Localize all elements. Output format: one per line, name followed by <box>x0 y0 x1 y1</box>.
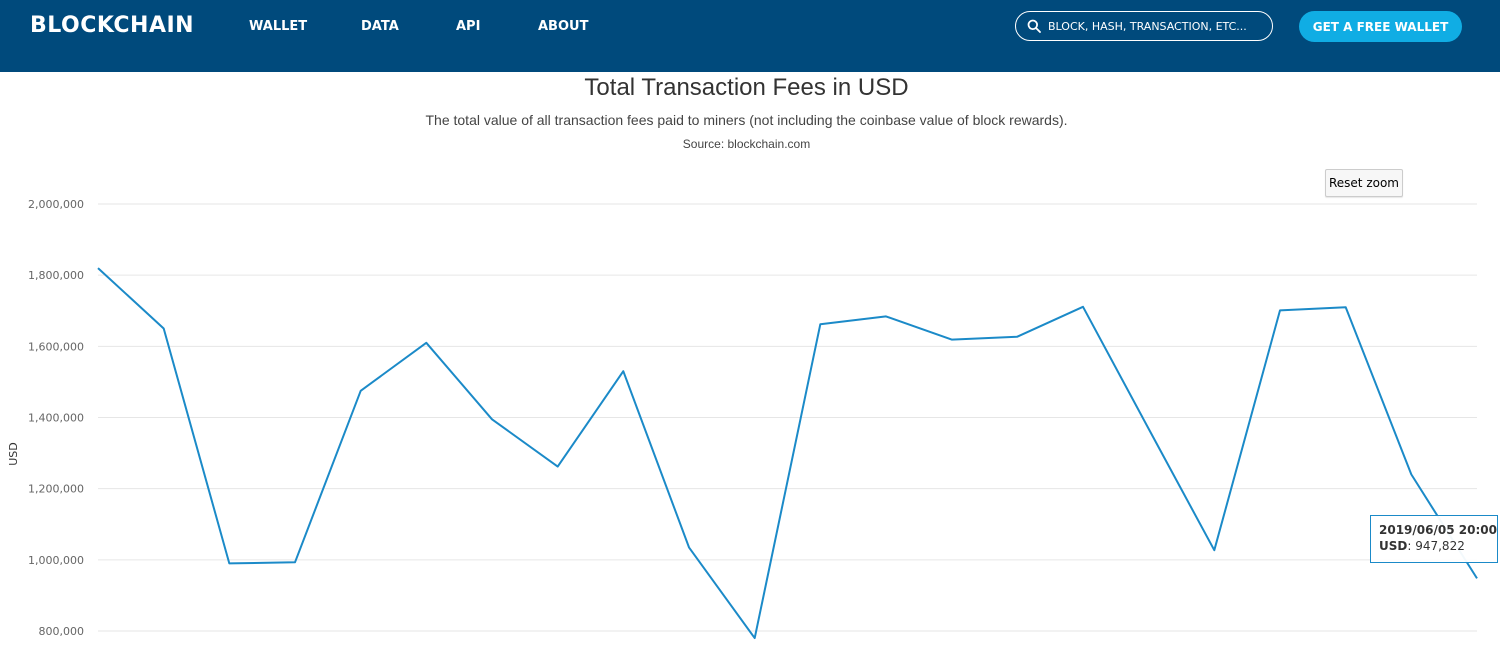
data-point[interactable] <box>94 264 102 272</box>
tooltip-series-label: USD <box>1379 539 1408 553</box>
data-point[interactable] <box>948 336 956 344</box>
data-point[interactable] <box>751 634 759 642</box>
chart-y-axis: 800,000 1,000,000 1,200,000 1,400,000 1,600,… <box>28 198 84 638</box>
tooltip-date: 2019/06/05 20:00 <box>1379 523 1497 537</box>
data-point[interactable] <box>422 339 430 347</box>
data-point[interactable] <box>488 415 496 423</box>
data-point[interactable] <box>1342 303 1350 311</box>
data-point[interactable] <box>1079 303 1087 311</box>
data-point[interactable] <box>1145 425 1153 433</box>
data-point[interactable] <box>816 320 824 328</box>
data-point[interactable] <box>1407 470 1415 478</box>
data-point[interactable] <box>554 463 562 471</box>
data-point[interactable] <box>882 312 890 320</box>
chart-series <box>94 264 1481 642</box>
data-point[interactable] <box>291 558 299 566</box>
y-tick-label: 1,600,000 <box>28 340 84 353</box>
tooltip-value-row: USD: 947,822 <box>1379 538 1497 554</box>
y-tick-label: 1,200,000 <box>28 483 84 496</box>
y-tick-label: 1,400,000 <box>28 412 84 425</box>
y-tick-label: 1,800,000 <box>28 269 84 282</box>
y-tick-label: 2,000,000 <box>28 198 84 211</box>
y-axis-label: USD <box>7 442 20 466</box>
data-point[interactable] <box>619 367 627 375</box>
series-line-usd[interactable] <box>97 267 1478 640</box>
chart-tooltip: 2019/06/05 20:00 USD: 947,822 <box>1370 515 1498 563</box>
data-point[interactable] <box>685 543 693 551</box>
y-tick-label: 1,000,000 <box>28 554 84 567</box>
reset-zoom-button[interactable]: Reset zoom <box>1325 169 1403 197</box>
data-point[interactable] <box>225 559 233 567</box>
data-point[interactable] <box>1473 574 1481 582</box>
data-point[interactable] <box>1210 546 1218 554</box>
y-tick-label: 800,000 <box>39 625 85 638</box>
data-point[interactable] <box>1013 333 1021 341</box>
data-point[interactable] <box>160 325 168 333</box>
chart-gridlines <box>98 203 1477 632</box>
transaction-fees-line-chart: 800,000 1,000,000 1,200,000 1,400,000 1,600,… <box>7 198 1481 642</box>
tooltip-value: : 947,822 <box>1407 539 1465 553</box>
data-point[interactable] <box>1276 306 1284 314</box>
data-point[interactable] <box>357 387 365 395</box>
